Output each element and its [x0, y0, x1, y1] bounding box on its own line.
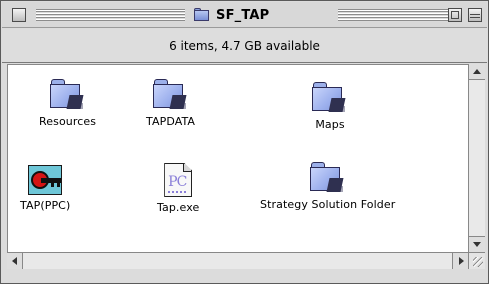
window-title: SF_TAP	[190, 6, 334, 24]
document-icon: PC	[164, 163, 193, 197]
window-title-text: SF_TAP	[216, 7, 270, 23]
title-bar-stripes	[338, 9, 448, 22]
close-box-icon[interactable]	[12, 8, 26, 22]
folder-item-strategy-solution-folder[interactable]: Strategy Solution Folder	[260, 160, 395, 211]
folder-icon	[49, 77, 87, 111]
item-label: Tap.exe	[157, 201, 200, 214]
item-label: Strategy Solution Folder	[260, 198, 396, 211]
status-text: 6 items, 4.7 GB available	[169, 38, 320, 53]
scroll-up-arrow-icon[interactable]	[469, 64, 485, 80]
folder-icon	[194, 8, 210, 22]
scroll-right-arrow-icon[interactable]	[452, 253, 468, 269]
window-info-bar: 6 items, 4.7 GB available	[2, 29, 487, 63]
horizontal-scrollbar[interactable]	[7, 252, 468, 269]
folder-item-maps[interactable]: Maps	[311, 80, 349, 131]
item-label: Maps	[315, 118, 345, 131]
folder-icon	[309, 160, 347, 194]
finder-window: SF_TAP 6 items, 4.7 GB available Resourc…	[0, 0, 489, 284]
resize-grip-icon[interactable]	[468, 252, 485, 269]
collapse-box-icon[interactable]	[468, 8, 482, 22]
scroll-down-arrow-icon[interactable]	[469, 236, 485, 252]
title-bar-stripes	[36, 9, 185, 22]
item-label: TAPDATA	[146, 115, 196, 128]
document-item-tap-exe[interactable]: PC Tap.exe	[157, 163, 199, 214]
folder-icon	[311, 80, 349, 114]
application-item-tap-ppc[interactable]: TAP(PPC)	[20, 165, 70, 212]
document-icon-text: PC	[168, 174, 187, 190]
title-bar[interactable]: SF_TAP	[2, 2, 487, 28]
folder-item-tapdata[interactable]: TAPDATA	[146, 77, 195, 128]
item-label: Resources	[39, 115, 97, 128]
window-content: Resources TAPDATA Maps TAP(PPC) PC Tap.e…	[7, 64, 468, 252]
folder-item-resources[interactable]: Resources	[39, 77, 96, 128]
item-label: TAP(PPC)	[20, 199, 71, 212]
zoom-box-icon[interactable]	[448, 8, 462, 22]
vertical-scrollbar[interactable]	[468, 64, 485, 252]
application-icon	[28, 165, 63, 195]
folder-icon	[152, 77, 190, 111]
scroll-left-arrow-icon[interactable]	[7, 253, 23, 269]
window-frame-bottom	[2, 269, 487, 283]
